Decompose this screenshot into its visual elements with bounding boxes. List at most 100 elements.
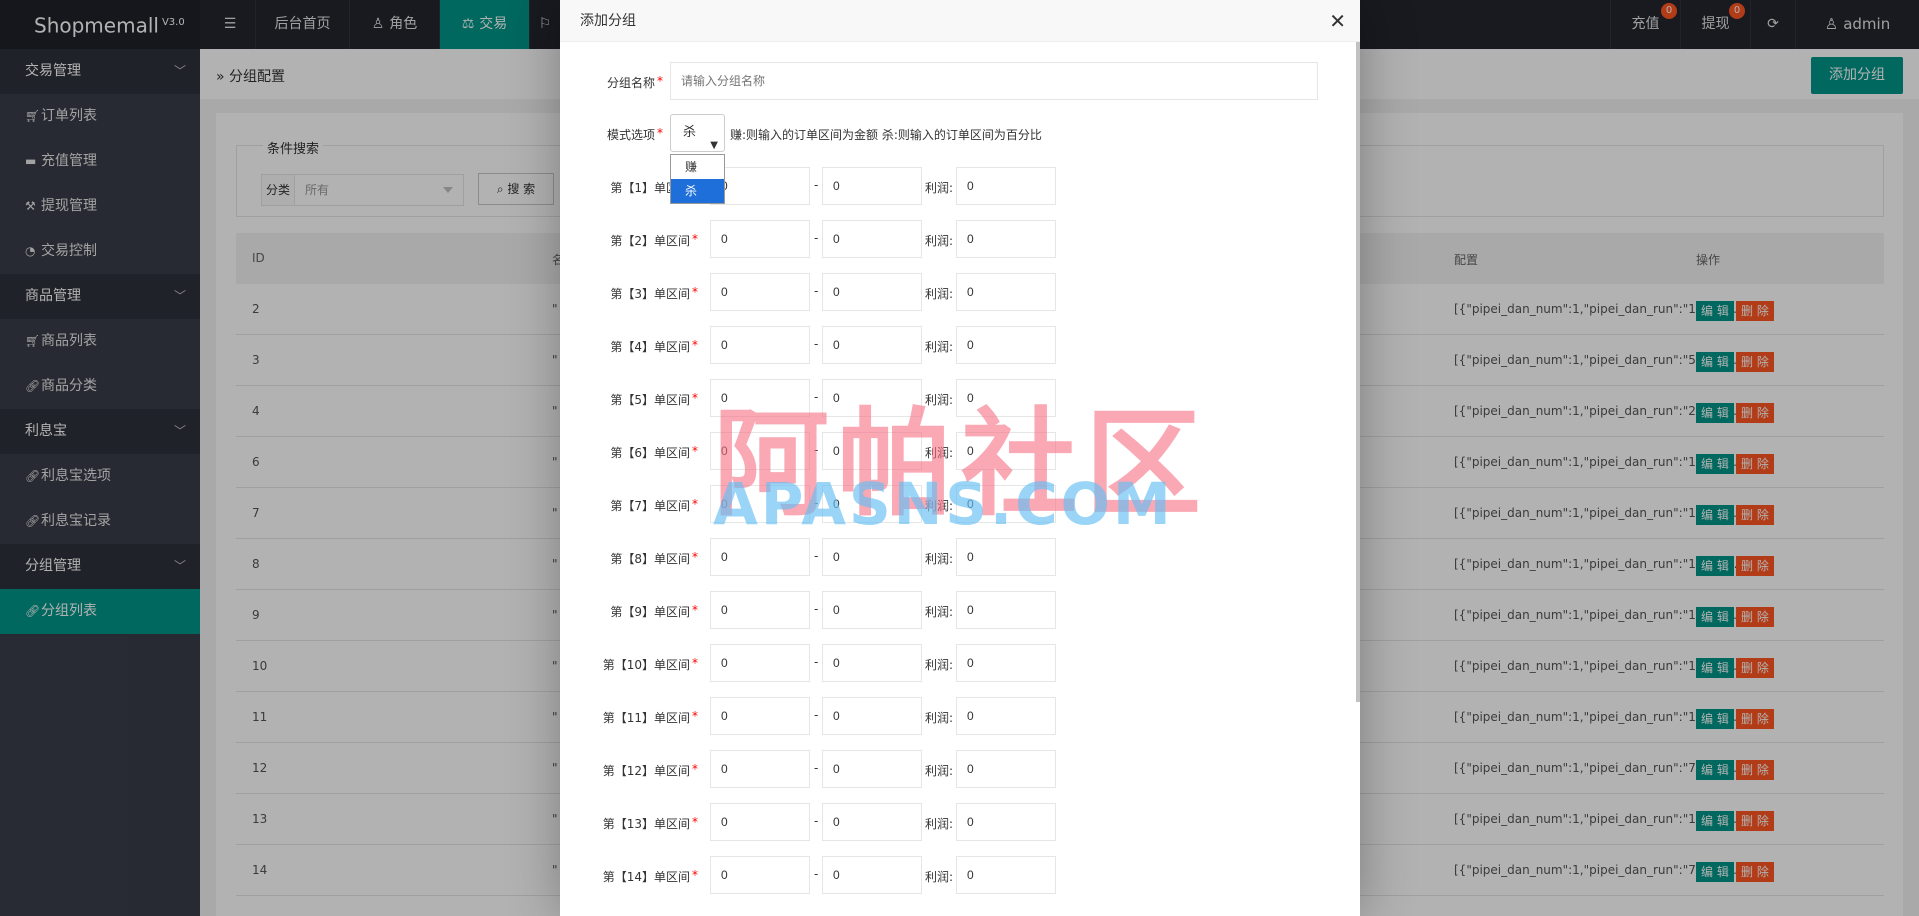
profit-label: 利润: <box>925 605 954 619</box>
interval-to-input[interactable] <box>822 803 922 841</box>
required-mark: * <box>692 709 698 723</box>
interval-dash: - <box>814 708 819 722</box>
mode-hint: 赚:则输入的订单区间为金额 杀:则输入的订单区间为百分比 <box>730 128 1042 142</box>
interval-to-input[interactable] <box>822 591 922 629</box>
interval-to-input[interactable] <box>822 538 922 576</box>
required-mark: * <box>692 391 698 405</box>
required-mark: * <box>692 550 698 564</box>
interval-label-text: 第【14】单区间 <box>602 870 690 884</box>
group-name-input[interactable] <box>670 62 1318 100</box>
interval-row: 第【9】单区间* - 利润: <box>560 591 1320 631</box>
interval-label-text: 第【9】单区间 <box>610 605 690 619</box>
profit-label: 利润: <box>925 711 954 725</box>
interval-row: 第【8】单区间* - 利润: <box>560 538 1320 578</box>
interval-from-input[interactable] <box>710 803 810 841</box>
interval-to-input[interactable] <box>822 220 922 258</box>
group-name-label: 分组名称 * <box>560 74 663 91</box>
interval-label-text: 第【3】单区间 <box>610 287 690 301</box>
group-name-label-text: 分组名称 <box>606 76 655 90</box>
modal-title: 添加分组 <box>580 13 636 29</box>
profit-input[interactable] <box>956 803 1056 841</box>
interval-label-text: 第【7】单区间 <box>610 499 690 513</box>
interval-from-input[interactable] <box>710 750 810 788</box>
interval-label: 第【13】单区间 * <box>560 815 698 832</box>
profit-label: 利润: <box>925 234 954 248</box>
mode-option-earn[interactable]: 赚 <box>671 155 724 179</box>
profit-input[interactable] <box>956 750 1056 788</box>
interval-label-text: 第【11】单区间 <box>602 711 690 725</box>
interval-row: 第【2】单区间* - 利润: <box>560 220 1320 260</box>
interval-row: 第【10】单区间* - 利润: <box>560 644 1320 684</box>
interval-to-input[interactable] <box>822 167 922 205</box>
mode-label: 模式选项 * <box>560 126 663 143</box>
profit-input[interactable] <box>956 273 1056 311</box>
interval-dash: - <box>814 655 819 669</box>
profit-input[interactable] <box>956 326 1056 364</box>
interval-row: 第【11】单区间* - 利润: <box>560 697 1320 737</box>
required-mark: * <box>692 232 698 246</box>
required-mark: * <box>657 126 663 140</box>
interval-from-input[interactable] <box>710 697 810 735</box>
interval-from-input[interactable] <box>710 538 810 576</box>
interval-row: 第【12】单区间* - 利润: <box>560 750 1320 790</box>
interval-from-input[interactable] <box>710 591 810 629</box>
interval-label: 第【14】单区间 * <box>560 868 698 885</box>
mode-option-kill[interactable]: 杀 <box>671 179 724 203</box>
interval-from-input[interactable] <box>710 856 810 894</box>
interval-dash: - <box>814 337 819 351</box>
profit-input[interactable] <box>956 697 1056 735</box>
group-name-row: 分组名称 * <box>560 62 1320 102</box>
interval-from-input[interactable] <box>710 273 810 311</box>
mode-value: 杀 <box>683 125 697 140</box>
required-mark: * <box>692 656 698 670</box>
profit-input[interactable] <box>956 644 1056 682</box>
profit-label: 利润: <box>925 817 954 831</box>
profit-input[interactable] <box>956 538 1056 576</box>
required-mark: * <box>692 444 698 458</box>
profit-label: 利润: <box>925 340 954 354</box>
interval-from-input[interactable] <box>710 644 810 682</box>
profit-input[interactable] <box>956 220 1056 258</box>
interval-label: 第【6】单区间 * <box>560 444 698 461</box>
interval-to-input[interactable] <box>822 697 922 735</box>
mode-dropdown: 赚 杀 <box>670 154 725 204</box>
interval-row: 第【13】单区间* - 利润: <box>560 803 1320 843</box>
interval-label-text: 第【8】单区间 <box>610 552 690 566</box>
required-mark: * <box>692 285 698 299</box>
mode-row: 模式选项 * 杀 ▼ 赚:则输入的订单区间为金额 杀:则输入的订单区间为百分比 <box>560 114 1320 154</box>
profit-input[interactable] <box>956 591 1056 629</box>
profit-label: 利润: <box>925 658 954 672</box>
profit-input[interactable] <box>956 167 1056 205</box>
interval-label: 第【11】单区间 * <box>560 709 698 726</box>
interval-to-input[interactable] <box>822 326 922 364</box>
interval-label: 第【10】单区间 * <box>560 656 698 673</box>
mode-label-text: 模式选项 <box>606 128 655 142</box>
interval-label-text: 第【10】单区间 <box>602 658 690 672</box>
interval-to-input[interactable] <box>822 644 922 682</box>
interval-to-input[interactable] <box>822 273 922 311</box>
interval-from-input[interactable] <box>710 220 810 258</box>
interval-dash: - <box>814 867 819 881</box>
interval-label: 第【4】单区间 * <box>560 338 698 355</box>
interval-label: 第【9】单区间 * <box>560 603 698 620</box>
profit-label: 利润: <box>925 870 954 884</box>
profit-input[interactable] <box>956 856 1056 894</box>
required-mark: * <box>692 603 698 617</box>
mode-select[interactable]: 杀 ▼ <box>670 114 725 152</box>
interval-label: 第【8】单区间 * <box>560 550 698 567</box>
interval-row: 第【3】单区间* - 利润: <box>560 273 1320 313</box>
modal-scrollbar[interactable] <box>1356 42 1360 702</box>
interval-label: 第【7】单区间 * <box>560 497 698 514</box>
interval-from-input[interactable] <box>710 167 810 205</box>
interval-dash: - <box>814 602 819 616</box>
interval-label: 第【5】单区间 * <box>560 391 698 408</box>
interval-from-input[interactable] <box>710 326 810 364</box>
interval-to-input[interactable] <box>822 856 922 894</box>
interval-to-input[interactable] <box>822 750 922 788</box>
interval-label: 第【12】单区间 * <box>560 762 698 779</box>
interval-label-text: 第【5】单区间 <box>610 393 690 407</box>
interval-row: 第【14】单区间* - 利润: <box>560 856 1320 896</box>
interval-label-text: 第【13】单区间 <box>602 817 690 831</box>
close-icon[interactable]: ✕ <box>1329 0 1346 42</box>
required-mark: * <box>657 74 663 88</box>
